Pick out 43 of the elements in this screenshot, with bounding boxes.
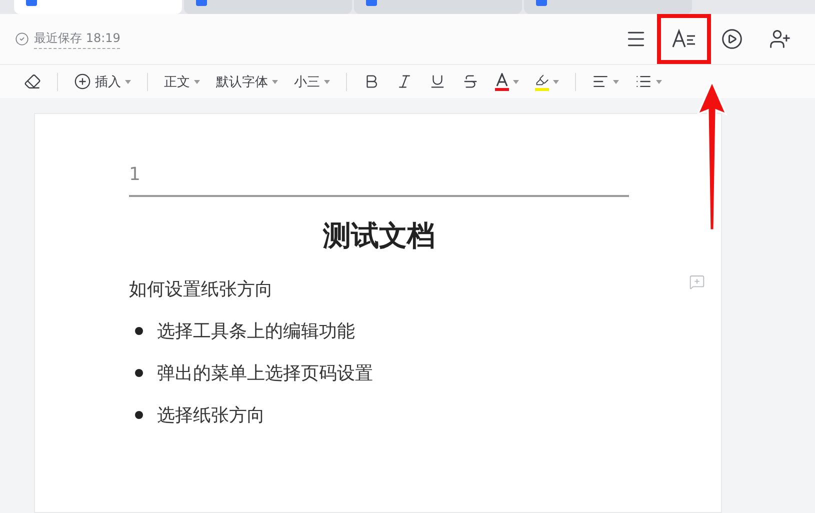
bullet-dot xyxy=(135,327,143,335)
document-title: 测试文档 xyxy=(322,218,436,254)
play-icon xyxy=(721,28,743,50)
add-user-icon xyxy=(769,28,791,50)
document-icon xyxy=(26,0,37,6)
bullet-dot xyxy=(135,411,143,419)
caret-icon xyxy=(125,80,131,84)
check-circle-icon xyxy=(15,32,29,46)
insert-button[interactable]: 插入 xyxy=(66,68,139,94)
caret-icon xyxy=(553,80,559,84)
font-color-icon xyxy=(495,72,509,90)
document-icon xyxy=(366,0,377,6)
list-item: 弹出的菜单上选择页码设置 xyxy=(157,362,373,385)
eraser-icon xyxy=(24,73,41,90)
underline-icon xyxy=(429,73,446,90)
list-item: 选择工具条上的编辑功能 xyxy=(157,320,355,343)
text-button[interactable]: 正文 xyxy=(156,68,208,94)
browser-tab[interactable] xyxy=(184,0,352,14)
caret-icon xyxy=(613,80,619,84)
text-style-icon xyxy=(672,29,696,49)
browser-tab[interactable] xyxy=(14,0,182,14)
align-left-icon xyxy=(592,73,609,90)
page-header: 1 xyxy=(129,164,629,197)
caret-icon xyxy=(656,80,662,84)
strikethrough-icon xyxy=(462,73,479,90)
bullet-list-icon xyxy=(635,73,652,90)
highlighter-icon xyxy=(535,72,549,90)
caret-icon xyxy=(513,80,519,84)
text-style-button[interactable] xyxy=(657,14,711,64)
text-button[interactable]: 小三 xyxy=(286,68,338,94)
list-item: 选择纸张方向 xyxy=(157,404,265,427)
caret-icon xyxy=(194,80,200,84)
text-button[interactable]: 默认字体 xyxy=(208,68,286,94)
browser-tab[interactable] xyxy=(354,0,522,14)
paragraph: 如何设置纸张方向 xyxy=(129,278,274,301)
save-status: 最近保存 18:19 xyxy=(34,30,120,48)
document-icon xyxy=(536,0,547,6)
bullet-dot xyxy=(135,369,143,377)
plus-circle-icon xyxy=(74,73,91,90)
italic-icon xyxy=(396,73,413,90)
caret-icon xyxy=(272,80,278,84)
caret-icon xyxy=(324,80,330,84)
document-icon xyxy=(196,0,207,6)
